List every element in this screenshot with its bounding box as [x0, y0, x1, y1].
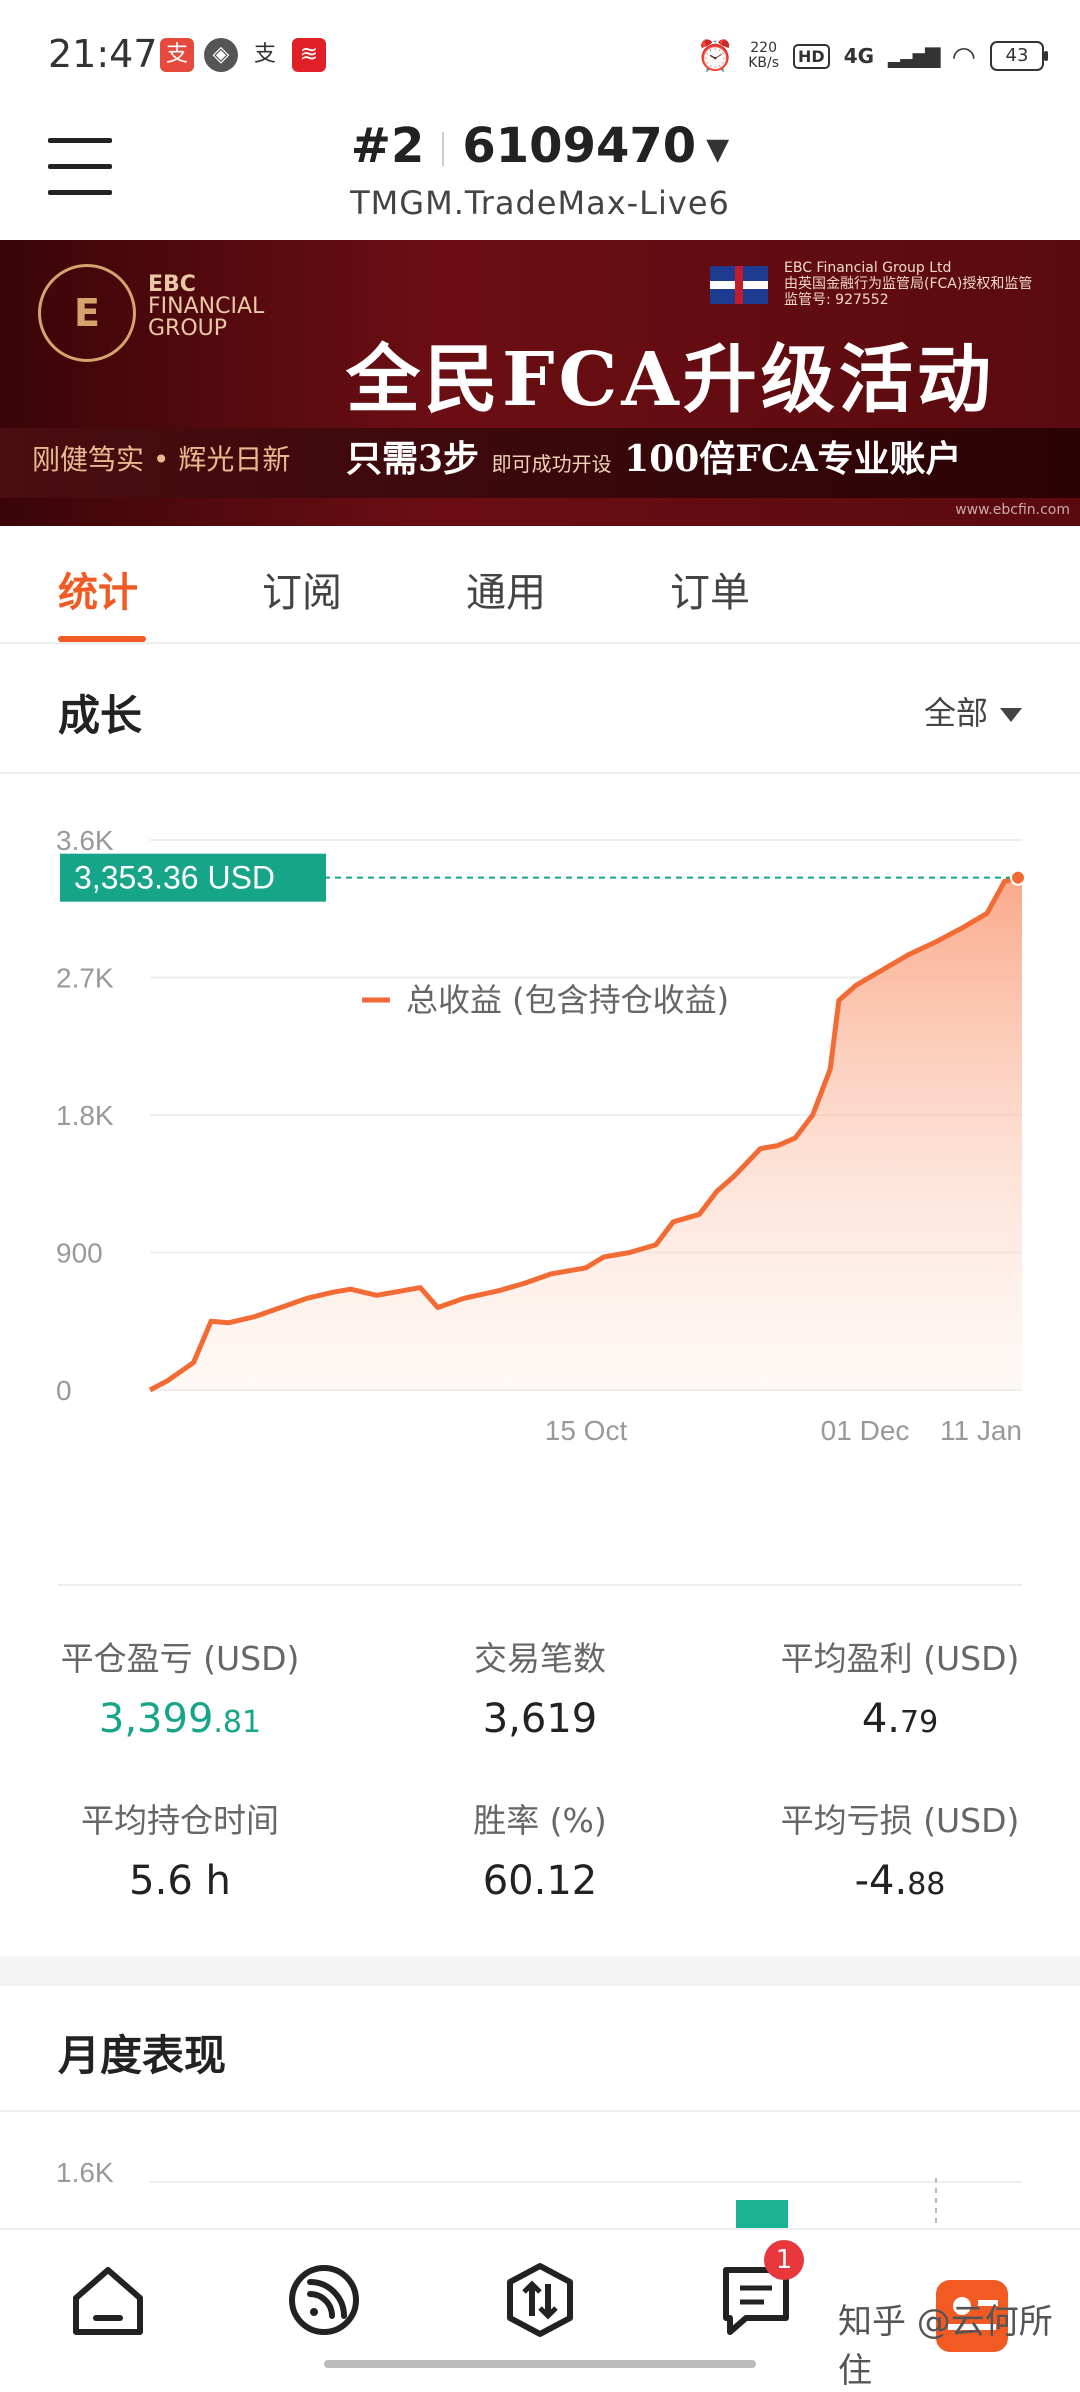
stat-label: 平仓盈亏 (USD)	[60, 1639, 300, 1678]
net-speed-value: 220	[750, 40, 777, 56]
tab-general[interactable]: 通用	[466, 560, 546, 618]
divider	[58, 1584, 1022, 1586]
net-speed-unit: KB/s	[748, 55, 780, 71]
stat-value-int: 4.	[861, 1696, 900, 1742]
legend-label: 总收益 (包含持仓收益)	[406, 981, 729, 1019]
section-title-growth: 成长	[58, 691, 143, 740]
banner-cta: 只需3步 即可成功开设 100倍FCA专业账户	[346, 430, 961, 482]
banner-slogan: 刚健笃实 • 辉光日新	[32, 443, 291, 476]
status-time: 21:47	[48, 32, 158, 76]
wifi-icon: ◠	[951, 39, 976, 73]
account-number: 6109470	[462, 118, 697, 174]
y-tick-label: 1.8K	[56, 1100, 114, 1131]
x-tick-label: 01 Dec	[821, 1415, 910, 1446]
range-dropdown[interactable]: 全部	[924, 688, 1022, 734]
tab-bar: 统计 订阅 通用 订单	[0, 526, 1080, 644]
tab-statistics[interactable]: 统计	[58, 560, 138, 618]
caret-down-icon	[1000, 708, 1022, 722]
monthly-ytick: 1.6K	[56, 2157, 114, 2188]
x-tick-label: 15 Oct	[545, 1415, 628, 1446]
stat-label: 平均持仓时间	[81, 1801, 279, 1840]
uk-flag-icon	[710, 266, 768, 304]
banner-url: www.ebcfin.com	[955, 502, 1070, 518]
legal-line: EBC Financial Group Ltd	[784, 260, 952, 276]
y-tick-label: 3.6K	[56, 825, 114, 856]
ad-banner[interactable]: E EBC FINANCIAL GROUP EBC Financial Group …	[0, 240, 1080, 526]
app-notification-icon: 支	[160, 38, 194, 72]
y-tick-label: 2.7K	[56, 963, 114, 994]
chart-legend[interactable]: 总收益 (包含持仓收益)	[362, 981, 729, 1019]
ebc-logo-text: EBC FINANCIAL GROUP	[148, 272, 265, 341]
section-title-monthly: 月度表现	[58, 2031, 227, 2080]
status-bar: 21:47 支 ◈ 支 ≋ ⏰ 220 KB/s HD 4G ▂▃▅▇ ◠ 43	[0, 0, 1080, 110]
notification-badge: 1	[764, 2240, 804, 2280]
hd-icon: HD	[793, 43, 830, 69]
trade-icon[interactable]	[500, 2260, 580, 2340]
stat-value: 4.79	[720, 1696, 1080, 1742]
y-tick-label: 0	[56, 1375, 72, 1406]
stat-value: 3,399.81	[0, 1696, 360, 1742]
stat-value: -4.88	[720, 1858, 1080, 1904]
tab-subscribe[interactable]: 订阅	[262, 560, 342, 618]
ebc-logo-icon: E	[38, 264, 136, 362]
stat-value: 60.12	[360, 1858, 720, 1904]
tab-orders[interactable]: 订单	[670, 560, 750, 618]
app-notification-icon: ◈	[204, 38, 238, 72]
current-value-label: 3,353.36 USD	[74, 860, 275, 896]
stat-value-dec: 79	[899, 1705, 939, 1740]
stat-label: 平均亏损 (USD)	[780, 1801, 1020, 1840]
stat-value-int: 3,399	[98, 1696, 214, 1742]
chevron-down-icon: ▼	[706, 131, 730, 167]
monthly-bar	[736, 2200, 788, 2230]
watermark: 知乎 @云何所住	[838, 2302, 1053, 2391]
stat-value-int: 3,619	[482, 1696, 598, 1742]
x-tick-label: 11 Jan	[940, 1415, 1022, 1446]
battery-icon: 43	[990, 41, 1048, 71]
alarm-icon: ⏰	[696, 38, 735, 74]
stat-value: 3,619	[360, 1696, 720, 1742]
stat-label: 交易笔数	[474, 1639, 606, 1678]
range-value: 全部	[923, 694, 988, 732]
signal-icon[interactable]	[284, 2260, 364, 2340]
cta-main: 只需3步	[346, 438, 480, 480]
app-notification-icon: ≋	[292, 38, 326, 72]
banner-legal: EBC Financial Group Ltd 由英国金融行为监管局(FCA)授…	[784, 260, 1032, 308]
stat-value-int: 5.6 h	[129, 1858, 231, 1904]
cta-small: 即可成功开设	[491, 452, 612, 476]
stat-label: 胜率 (%)	[473, 1801, 607, 1840]
server-name: TMGM.TradeMax-Live6	[350, 184, 730, 222]
account-selector[interactable]: #2 6109470 ▼	[0, 118, 1080, 174]
cta-tail: 100倍FCA专业账户	[624, 438, 962, 480]
stat-value-int: -4.	[854, 1858, 908, 1904]
section-separator	[0, 1956, 1080, 1986]
net-speed: 220 KB/s	[748, 41, 779, 71]
stat-value-int: 60.12	[482, 1858, 598, 1904]
signal-strength-icon: ▂▃▅▇	[888, 44, 941, 68]
tab-active-indicator	[58, 636, 146, 642]
legal-line: 监管号: 927552	[784, 292, 889, 308]
account-index: #2	[350, 118, 425, 174]
banner-headline: 全民FCA升级活动	[346, 337, 995, 423]
divider	[0, 772, 1080, 774]
gesture-bar[interactable]	[324, 2360, 756, 2368]
stat-value-dec: 88	[907, 1867, 946, 1902]
monthly-chart[interactable]: 1.6K	[0, 2110, 1080, 2230]
network-type: 4G	[843, 44, 875, 68]
home-icon[interactable]	[68, 2260, 148, 2340]
stat-label: 平均盈利 (USD)	[780, 1639, 1020, 1678]
growth-chart[interactable]: 0 900 1.8K 2.7K 3.6K 15 Oct 01 Dec 11 Jan 3,35…	[0, 800, 1080, 1450]
current-value-dot	[1010, 869, 1026, 886]
app-notification-icon: 支	[253, 42, 276, 67]
stat-value-dec: .81	[213, 1705, 262, 1740]
series-area	[150, 877, 1022, 1390]
y-tick-label: 900	[56, 1238, 103, 1269]
stat-value: 5.6 h	[0, 1858, 360, 1904]
legal-line: 由英国金融行为监管局(FCA)授权和监管	[784, 276, 1033, 292]
